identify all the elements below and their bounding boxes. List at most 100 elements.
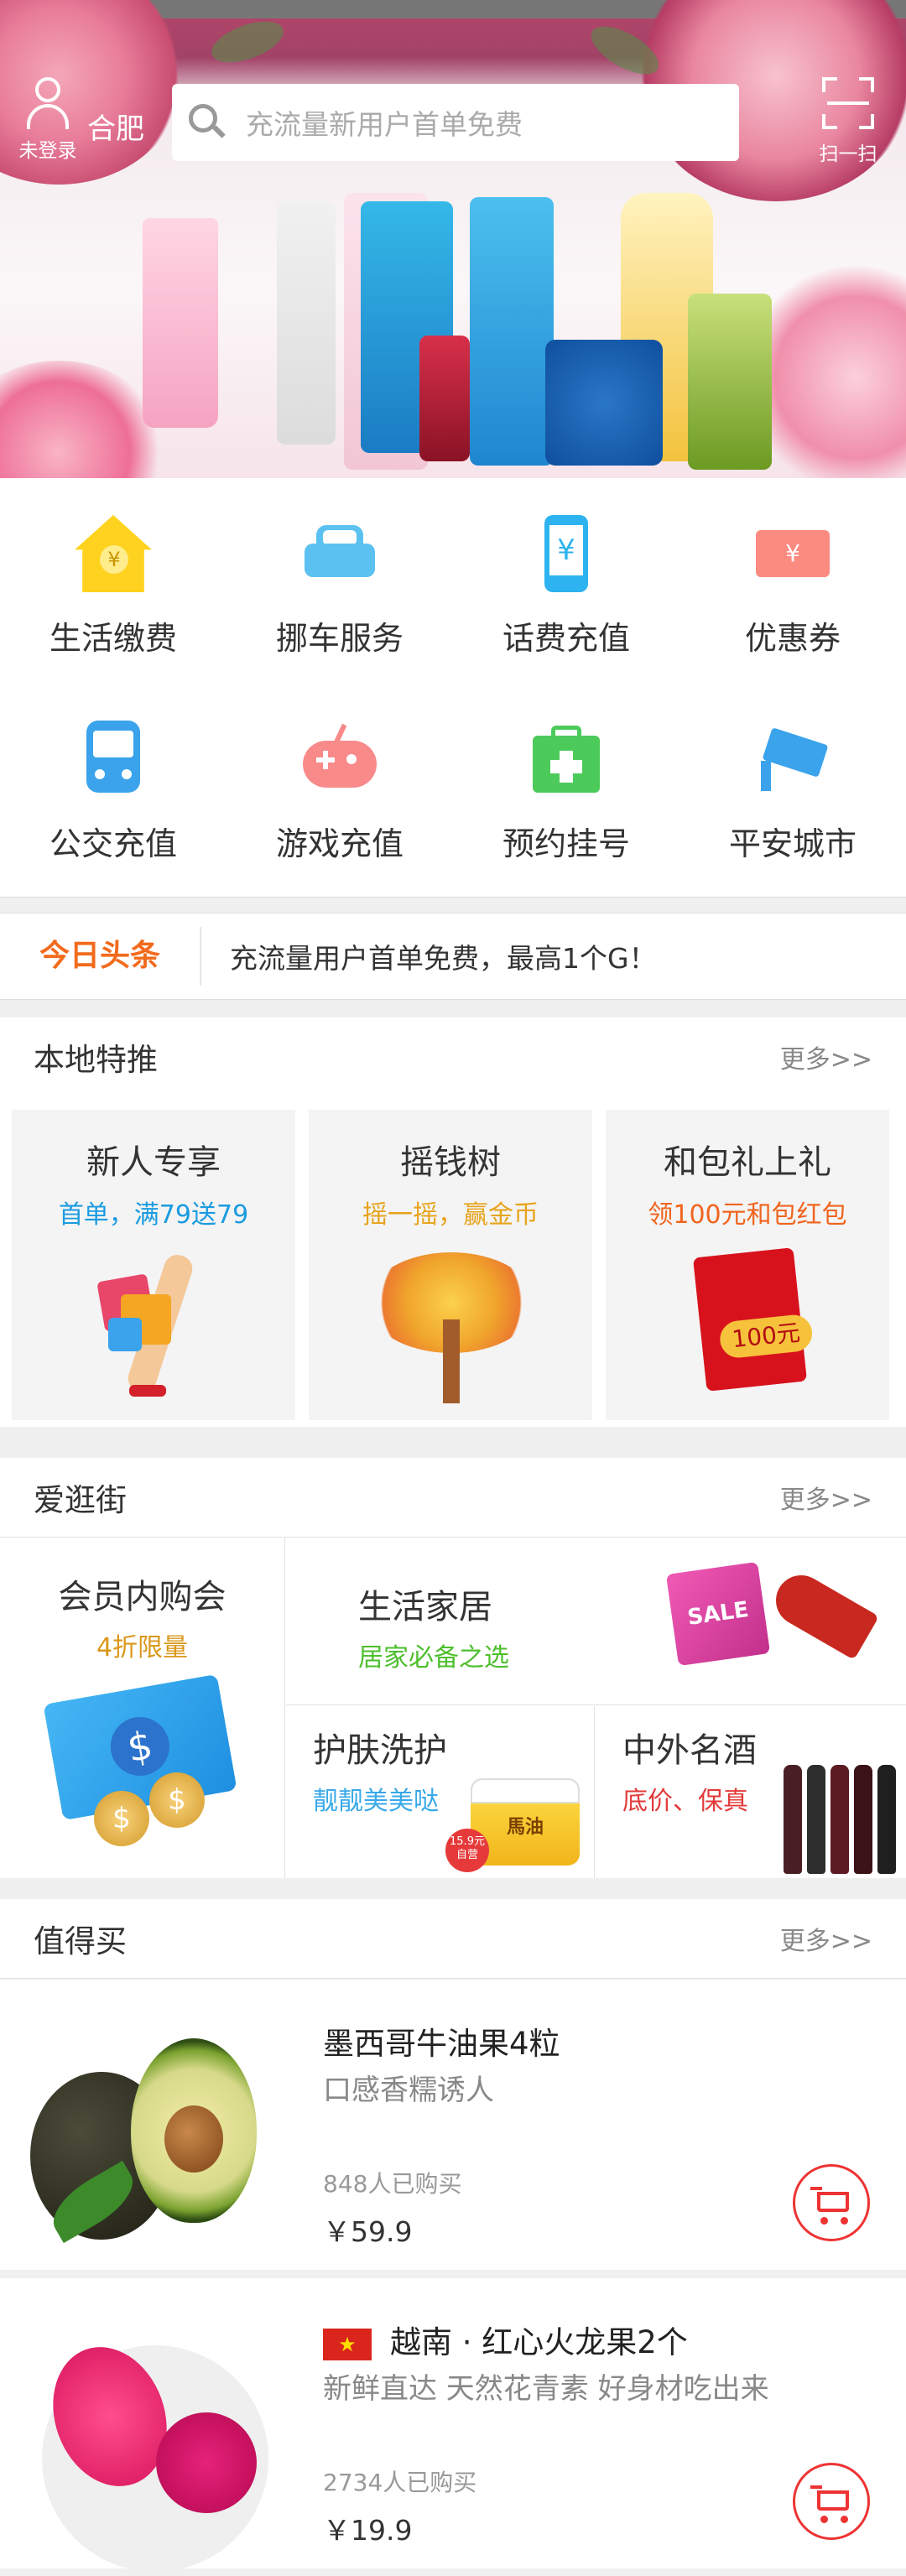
card-title: 和包礼上礼 bbox=[664, 1143, 831, 1182]
service-bill-payment[interactable]: 生活缴费 bbox=[0, 478, 226, 671]
product-item[interactable]: ★ 越南 · 红心火龙果2个 新鲜直达 天然花青素 好身材吃出来 2734人已购买… bbox=[0, 2278, 906, 2572]
card-title: 摇钱树 bbox=[400, 1143, 501, 1182]
add-to-cart-button[interactable] bbox=[793, 2164, 870, 2241]
cosmetic-bottle bbox=[143, 218, 218, 428]
street-cell-home-living[interactable]: 生活家居 居家必备之选 SALE bbox=[286, 1538, 906, 1705]
promo-card-money-tree[interactable]: 摇钱树 摇一摇，赢金币 bbox=[309, 1110, 592, 1420]
high-heel-image bbox=[767, 1566, 879, 1660]
city-selector[interactable]: 合肥 bbox=[87, 106, 144, 147]
toutiao-logo: 今日头条 bbox=[0, 927, 201, 986]
lotion-bottle bbox=[470, 197, 554, 466]
cell-title: 生活家居 bbox=[358, 1588, 492, 1626]
coin-icon: $ bbox=[149, 1772, 205, 1828]
product-name: ★ 越南 · 红心火龙果2个 bbox=[323, 2317, 688, 2362]
street-section-header: 爱逛街 更多>> bbox=[0, 1458, 906, 1538]
worth-section-header: 值得买 更多>> bbox=[0, 1899, 906, 1979]
shopping-street: 会员内购会 4折限量 $ $ $ 生活家居 居家必备之选 SALE 护肤洗护 靓… bbox=[0, 1538, 906, 1878]
sale-bag-image: SALE bbox=[665, 1561, 771, 1667]
gamepad-icon bbox=[301, 721, 378, 798]
more-link[interactable]: 更多>> bbox=[780, 1038, 872, 1075]
service-bus-recharge[interactable]: 公交充值 bbox=[0, 684, 226, 877]
sold-count: 848人已购买 bbox=[323, 2170, 462, 2198]
local-section-header: 本地特推 更多>> bbox=[0, 1017, 906, 1097]
vietnam-flag-icon: ★ bbox=[323, 2328, 372, 2360]
section-title: 值得买 bbox=[34, 1923, 127, 1959]
wine-bottle-image bbox=[784, 1765, 802, 1874]
service-label: 话费充值 bbox=[502, 620, 630, 657]
wine-bottle-image bbox=[807, 1765, 825, 1874]
more-link[interactable]: 更多>> bbox=[780, 1479, 872, 1516]
cell-subtitle: 居家必备之选 bbox=[358, 1643, 509, 1673]
services-grid: 生活缴费 挪车服务 ¥ 话费充值 ¥ 优惠券 公交充值 游戏充值 预约挂号 平安… bbox=[0, 478, 906, 898]
cell-title: 会员内购会 bbox=[58, 1578, 226, 1616]
more-link[interactable]: 更多>> bbox=[780, 1920, 872, 1957]
card-title: 新人专享 bbox=[86, 1143, 221, 1182]
service-move-car[interactable]: 挪车服务 bbox=[226, 478, 453, 671]
wine-bottle-image bbox=[854, 1765, 872, 1874]
shopping-girl-image bbox=[12, 1244, 295, 1412]
security-camera-icon bbox=[754, 721, 831, 798]
sold-count: 2734人已购买 bbox=[323, 2469, 477, 2496]
flower-decoration bbox=[755, 252, 906, 478]
leaf-decoration bbox=[206, 13, 289, 71]
login-button[interactable]: 未登录 bbox=[10, 77, 86, 169]
service-label: 生活缴费 bbox=[49, 620, 177, 657]
search-icon bbox=[189, 104, 226, 141]
cell-title: 护肤洗护 bbox=[313, 1731, 447, 1770]
scan-icon bbox=[822, 77, 874, 129]
service-label: 挪车服务 bbox=[275, 620, 404, 657]
card-subtitle: 首单，满79送79 bbox=[58, 1200, 249, 1230]
dragon-fruit-image bbox=[30, 2312, 273, 2572]
cell-subtitle: 靓靓美美哒 bbox=[313, 1787, 439, 1816]
street-cell-liquor[interactable]: 中外名酒 底价、保真 bbox=[596, 1706, 906, 1878]
bill-payment-icon bbox=[75, 515, 152, 592]
promo-card-newcomer[interactable]: 新人专享 首单，满79送79 bbox=[12, 1110, 295, 1420]
service-appointment[interactable]: 预约挂号 bbox=[453, 684, 680, 877]
red-packet-image: 100元 bbox=[606, 1244, 889, 1412]
cream-jar bbox=[545, 340, 663, 466]
search-placeholder: 充流量新用户首单免费 bbox=[246, 108, 523, 141]
section-title: 爱逛街 bbox=[34, 1482, 127, 1518]
service-phone-recharge[interactable]: ¥ 话费充值 bbox=[453, 478, 680, 671]
coupon-icon: ¥ bbox=[754, 515, 831, 592]
login-label: 未登录 bbox=[18, 140, 77, 162]
cell-title: 中外名酒 bbox=[622, 1731, 757, 1770]
search-input[interactable]: 充流量新用户首单免费 bbox=[172, 84, 739, 161]
card-subtitle: 摇一摇，赢金币 bbox=[362, 1200, 539, 1230]
scan-button[interactable]: 扫一扫 bbox=[802, 77, 894, 169]
product-item[interactable]: 墨西哥牛油果4粒 口感香糯诱人 848人已购买 ￥59.9 bbox=[0, 1980, 906, 2270]
service-label: 优惠券 bbox=[744, 620, 841, 657]
wine-bottle-image bbox=[830, 1765, 849, 1874]
promo-card-red-packet[interactable]: 和包礼上礼 领100元和包红包 100元 bbox=[606, 1110, 889, 1420]
price-tag: 15.9元 自营 bbox=[445, 1829, 489, 1872]
phone-recharge-icon: ¥ bbox=[528, 515, 605, 592]
service-coupon[interactable]: ¥ 优惠券 bbox=[680, 478, 906, 671]
service-label: 平安城市 bbox=[728, 825, 857, 862]
news-ticker[interactable]: 今日头条 充流量用户首单免费，最高1个G！ bbox=[0, 913, 906, 1000]
page: 未登录 合肥 充流量新用户首单免费 扫一扫 生活缴费 挪车服务 ¥ 话费充值 bbox=[0, 0, 906, 2576]
red-packet-amount: 100元 bbox=[718, 1313, 815, 1360]
product-price: ￥59.9 bbox=[323, 2215, 413, 2248]
scan-label: 扫一扫 bbox=[819, 143, 877, 165]
medical-kit-icon bbox=[528, 721, 605, 798]
product-name: 墨西哥牛油果4粒 bbox=[323, 2026, 560, 2062]
user-icon bbox=[22, 77, 74, 129]
section-title: 本地特推 bbox=[34, 1042, 158, 1078]
news-text: 充流量用户首单免费，最高1个G！ bbox=[230, 942, 657, 975]
service-label: 公交充值 bbox=[49, 825, 177, 862]
lipstick bbox=[419, 336, 470, 461]
street-cell-member-sale[interactable]: 会员内购会 4折限量 $ $ $ bbox=[0, 1538, 285, 1878]
top-banner[interactable]: 未登录 合肥 充流量新用户首单免费 扫一扫 bbox=[0, 0, 906, 478]
product-price: ￥19.9 bbox=[323, 2514, 413, 2547]
card-subtitle: 领100元和包红包 bbox=[648, 1200, 847, 1230]
local-specials: 新人专享 首单，满79送79 摇钱树 摇一摇，赢金币 和包礼上礼 领100元和包… bbox=[0, 1095, 906, 1427]
add-to-cart-button[interactable] bbox=[793, 2463, 870, 2540]
jar-label: 馬油 bbox=[506, 1817, 544, 1838]
service-game-recharge[interactable]: 游戏充值 bbox=[226, 684, 453, 877]
olive-tube bbox=[688, 294, 772, 470]
product-name-text: 越南 · 红心火龙果2个 bbox=[390, 2324, 688, 2360]
street-cell-skincare[interactable]: 护肤洗护 靓靓美美哒 馬油 15.9元 自营 bbox=[286, 1706, 595, 1878]
service-safe-city[interactable]: 平安城市 bbox=[680, 684, 906, 877]
avocado-image bbox=[30, 2013, 273, 2244]
wine-bottle-image bbox=[877, 1765, 896, 1874]
